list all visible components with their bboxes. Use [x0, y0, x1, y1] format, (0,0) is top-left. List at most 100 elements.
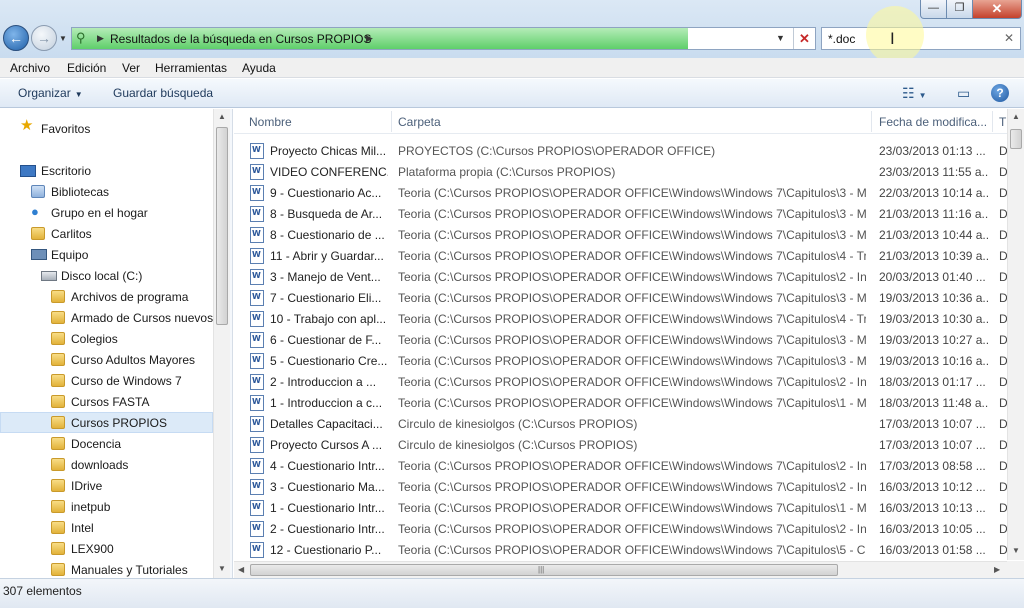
column-header-nombre[interactable]: Nombre — [249, 115, 292, 129]
column-header-tipo[interactable]: T — [999, 115, 1006, 129]
column-header-carpeta[interactable]: Carpeta — [398, 115, 441, 129]
nav-item-equipo[interactable]: Equipo — [0, 244, 213, 265]
scroll-thumb[interactable] — [1010, 129, 1022, 149]
nav-item-folder[interactable]: Docencia — [0, 433, 213, 454]
table-row[interactable]: 9 - Cuestionario Ac... Teoria (C:\Cursos … — [234, 182, 1008, 203]
nav-item-carlitos[interactable]: Carlitos — [0, 223, 213, 244]
close-button[interactable]: ✕ — [972, 0, 1022, 19]
nav-item-folder[interactable]: inetpub — [0, 496, 213, 517]
file-date: 18/03/2013 01:17 ... — [879, 375, 986, 389]
menu-archivo[interactable]: Archivo — [10, 61, 50, 75]
nav-item-label: Disco local (C:) — [61, 269, 143, 283]
table-row[interactable]: 4 - Cuestionario Intr... Teoria (C:\Curso… — [234, 455, 1008, 476]
menu-edicion[interactable]: Edición — [67, 61, 106, 75]
nav-item-folder[interactable]: Manuales y Tutoriales — [0, 559, 213, 578]
file-folder: Teoria (C:\Cursos PROPIOS\OPERADOR OFFIC… — [398, 228, 866, 242]
table-row[interactable]: 6 - Cuestionar de F... Teoria (C:\Cursos … — [234, 329, 1008, 350]
table-row[interactable]: 10 - Trabajo con apl... Teoria (C:\Cursos… — [234, 308, 1008, 329]
recent-pages-dropdown[interactable]: ▼ — [59, 34, 67, 43]
nav-item-folder[interactable]: Colegios — [0, 328, 213, 349]
address-bar[interactable]: ⚲ ▶ Resultados de la búsqueda en Cursos … — [71, 27, 816, 50]
nav-item-folder[interactable]: Intel — [0, 517, 213, 538]
navigation-scrollbar[interactable]: ▲ ▼ — [213, 109, 230, 578]
menu-ayuda[interactable]: Ayuda — [242, 61, 276, 75]
breadcrumb-separator-icon[interactable]: ▶ — [366, 33, 373, 44]
table-row[interactable]: 1 - Cuestionario Intr... Teoria (C:\Curso… — [234, 497, 1008, 518]
table-row[interactable]: 8 - Cuestionario de ... Teoria (C:\Cursos… — [234, 224, 1008, 245]
table-row[interactable]: 3 - Cuestionario Ma... Teoria (C:\Cursos … — [234, 476, 1008, 497]
table-row[interactable]: Proyecto Chicas Mil... PROYECTOS (C:\Curs… — [234, 140, 1008, 161]
file-folder: Teoria (C:\Cursos PROPIOS\OPERADOR OFFIC… — [398, 312, 866, 326]
column-divider[interactable] — [871, 111, 872, 132]
scroll-up-icon[interactable]: ▲ — [218, 112, 226, 121]
scroll-down-icon[interactable]: ▼ — [1012, 546, 1020, 555]
nav-item-folder[interactable]: Cursos FASTA — [0, 391, 213, 412]
save-search-button[interactable]: Guardar búsqueda — [113, 86, 213, 100]
table-row[interactable]: 11 - Abrir y Guardar... Teoria (C:\Cursos… — [234, 245, 1008, 266]
clear-search-icon[interactable]: ✕ — [1004, 31, 1014, 45]
table-row[interactable]: 2 - Introduccion a ... Teoria (C:\Cursos … — [234, 371, 1008, 392]
table-row[interactable]: 5 - Cuestionario Cre... Teoria (C:\Cursos… — [234, 350, 1008, 371]
nav-item-folder[interactable]: Curso Adultos Mayores — [0, 349, 213, 370]
preview-pane-button[interactable]: ▭ — [957, 85, 970, 102]
column-divider[interactable] — [992, 111, 993, 132]
nav-item-folder[interactable]: Archivos de programa — [0, 286, 213, 307]
table-row[interactable]: 3 - Manejo de Vent... Teoria (C:\Cursos P… — [234, 266, 1008, 287]
breadcrumb-separator-icon[interactable]: ▶ — [97, 33, 104, 44]
nav-item-folder[interactable]: Armado de Cursos nuevos — [0, 307, 213, 328]
search-input[interactable]: *.doc — [828, 32, 855, 46]
back-button[interactable]: ← — [3, 25, 29, 51]
scroll-thumb[interactable] — [216, 127, 228, 325]
word-document-icon — [250, 269, 264, 285]
nav-item-folder[interactable]: LEX900 — [0, 538, 213, 559]
table-row[interactable]: 7 - Cuestionario Eli... Teoria (C:\Cursos… — [234, 287, 1008, 308]
folder-icon — [51, 332, 65, 345]
file-date: 16/03/2013 01:58 ... — [879, 543, 986, 557]
column-divider[interactable] — [391, 111, 392, 132]
nav-item-escritorio[interactable]: Escritorio — [0, 160, 213, 181]
nav-item-favoritos[interactable]: ★ Favoritos — [0, 118, 213, 139]
menu-ver[interactable]: Ver — [122, 61, 140, 75]
table-row[interactable]: Detalles Capacitaci... Circulo de kinesio… — [234, 413, 1008, 434]
maximize-button[interactable]: ❐ — [946, 0, 973, 19]
file-folder: Teoria (C:\Cursos PROPIOS\OPERADOR OFFIC… — [398, 522, 866, 536]
help-icon[interactable]: ? — [991, 84, 1009, 102]
nav-item-grupo-hogar[interactable]: ● Grupo en el hogar — [0, 202, 213, 223]
search-box[interactable]: *.doc ✕ — [821, 27, 1021, 50]
word-document-icon — [250, 437, 264, 453]
breadcrumb-search-results[interactable]: Resultados de la búsqueda en Cursos PROP… — [110, 32, 371, 46]
table-row[interactable]: Proyecto Cursos A ... Circulo de kinesiol… — [234, 434, 1008, 455]
file-list-vertical-scrollbar[interactable]: ▲ ▼ — [1007, 109, 1024, 560]
stop-search-icon[interactable]: ✕ — [793, 28, 815, 49]
scroll-up-icon[interactable]: ▲ — [1012, 112, 1020, 121]
folder-icon — [51, 395, 65, 408]
change-view-button[interactable]: ☷ ▼ — [902, 85, 926, 102]
column-header-fecha[interactable]: Fecha de modifica... — [879, 115, 987, 129]
pane-splitter[interactable] — [230, 109, 233, 578]
organize-button[interactable]: Organizar ▼ — [18, 86, 83, 100]
scroll-right-icon[interactable]: ▶ — [994, 565, 1000, 574]
nav-item-folder[interactable]: IDrive — [0, 475, 213, 496]
nav-item-cursos-propios[interactable]: Cursos PROPIOS — [0, 412, 213, 433]
table-row[interactable]: 1 - Introduccion a c... Teoria (C:\Cursos… — [234, 392, 1008, 413]
file-date: 21/03/2013 10:44 a... — [879, 228, 989, 242]
table-row[interactable]: 8 - Busqueda de Ar... Teoria (C:\Cursos P… — [234, 203, 1008, 224]
menu-herramientas[interactable]: Herramientas — [155, 61, 227, 75]
table-row[interactable]: 12 - Cuestionario P... Teoria (C:\Cursos … — [234, 539, 1008, 560]
nav-item-bibliotecas[interactable]: Bibliotecas — [0, 181, 213, 202]
nav-item-disco-local[interactable]: Disco local (C:) — [0, 265, 213, 286]
nav-item-folder[interactable]: downloads — [0, 454, 213, 475]
close-icon: ✕ — [991, 1, 1003, 16]
file-list-horizontal-scrollbar[interactable]: ◀ ||| ▶ — [234, 561, 1007, 578]
command-bar: Organizar ▼ Guardar búsqueda ☷ ▼ ▭ — [0, 79, 1024, 108]
scroll-left-icon[interactable]: ◀ — [238, 565, 244, 574]
address-dropdown-icon[interactable]: ▼ — [776, 33, 785, 43]
table-row[interactable]: 2 - Cuestionario Intr... Teoria (C:\Curso… — [234, 518, 1008, 539]
nav-item-folder[interactable]: Curso de Windows 7 — [0, 370, 213, 391]
scroll-down-icon[interactable]: ▼ — [218, 564, 226, 573]
forward-button[interactable]: → — [31, 25, 57, 51]
file-date: 19/03/2013 10:27 a... — [879, 333, 989, 347]
minimize-button[interactable]: — — [920, 0, 947, 19]
nav-item-label: Curso de Windows 7 — [71, 374, 182, 388]
table-row[interactable]: VIDEO CONFERENC... Plataforma propia (C:\… — [234, 161, 1008, 182]
